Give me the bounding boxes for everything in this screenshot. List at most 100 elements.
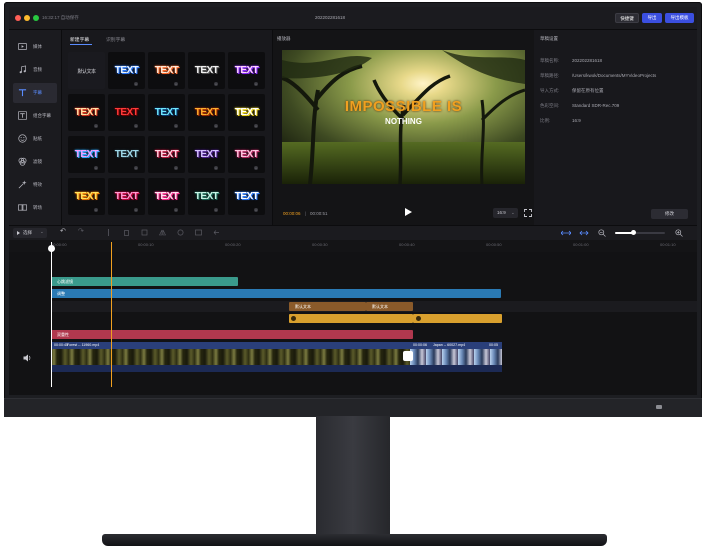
- crop-icon[interactable]: [141, 229, 148, 236]
- template-tile[interactable]: ↓ TEXT: [68, 136, 105, 173]
- template-tile[interactable]: ↓ TEXT: [188, 136, 225, 173]
- effect-clip-1[interactable]: [289, 314, 413, 323]
- zoom-out-icon[interactable]: [598, 229, 606, 237]
- download-icon[interactable]: ↓: [94, 124, 98, 128]
- playhead-line[interactable]: [51, 242, 52, 387]
- total-time: 00:00:51: [310, 211, 328, 216]
- download-icon[interactable]: ↓: [254, 124, 258, 128]
- template-tile[interactable]: ↓ TEXT: [108, 136, 145, 173]
- sidebar-item-text[interactable]: 字幕: [13, 83, 57, 103]
- aspect-ratio-select[interactable]: 16:9 ⌄: [493, 208, 518, 218]
- link-tracks-icon[interactable]: [561, 230, 571, 236]
- sticker-clip[interactable]: 双重性: [51, 330, 413, 339]
- edit-settings-button[interactable]: 修改: [651, 209, 688, 219]
- template-tile[interactable]: ↓ TEXT: [188, 94, 225, 131]
- effect-clip-2[interactable]: [413, 314, 502, 323]
- template-tile[interactable]: ↓ TEXT: [148, 178, 185, 215]
- select-tool-dropdown[interactable]: 选择 ⌄: [13, 228, 47, 238]
- text-clip-1[interactable]: 默认文本: [289, 302, 366, 311]
- template-tile[interactable]: ↓ TEXT: [228, 94, 265, 131]
- template-tile[interactable]: ↓ TEXT: [228, 178, 265, 215]
- template-tile[interactable]: ↓ TEXT: [108, 178, 145, 215]
- overlay-subtitle-text[interactable]: NOTHING: [282, 117, 525, 126]
- template-tile[interactable]: ↓ TEXT: [228, 52, 265, 89]
- undo-icon[interactable]: ↶: [60, 228, 66, 235]
- zoom-slider-thumb[interactable]: [631, 230, 636, 235]
- reverse-icon[interactable]: [213, 229, 220, 236]
- sidebar-item-effect[interactable]: 特效: [13, 175, 57, 195]
- video-preview[interactable]: IMPOSSIBLE IS NOTHING: [282, 50, 525, 184]
- download-icon[interactable]: ↓: [214, 166, 218, 170]
- fullscreen-icon[interactable]: [524, 209, 532, 217]
- template-preview-text: TEXT: [194, 191, 219, 202]
- minimize-window-button[interactable]: [24, 15, 30, 21]
- download-icon[interactable]: ↓: [174, 166, 178, 170]
- download-icon[interactable]: ↓: [254, 82, 258, 86]
- template-tile[interactable]: ↓ TEXT: [108, 94, 145, 131]
- setting-value: Standard SDR-Rec.709: [572, 103, 620, 108]
- download-icon[interactable]: ↓: [214, 82, 218, 86]
- monitor-stand-base: [102, 534, 607, 546]
- freeze-icon[interactable]: [195, 229, 202, 236]
- template-tile[interactable]: ↓ TEXT: [188, 52, 225, 89]
- template-tile[interactable]: ↓ TEXT: [228, 136, 265, 173]
- export-button[interactable]: 导出: [642, 13, 662, 23]
- download-icon[interactable]: ↓: [214, 208, 218, 212]
- download-icon[interactable]: ↓: [174, 208, 178, 212]
- setting-key: 色彩空间:: [540, 103, 560, 108]
- template-tile[interactable]: ↓ TEXT: [188, 178, 225, 215]
- template-tile[interactable]: ↓ TEXT: [148, 52, 185, 89]
- tab-recognize-subtitle[interactable]: 识别字幕: [106, 36, 125, 43]
- transition-icon[interactable]: [403, 351, 413, 361]
- download-icon[interactable]: ↓: [254, 208, 258, 212]
- template-tile[interactable]: ↓ TEXT: [68, 178, 105, 215]
- maximize-window-button[interactable]: [33, 15, 39, 21]
- mirror-icon[interactable]: [159, 229, 166, 236]
- download-icon[interactable]: ↓: [134, 82, 138, 86]
- effect-icon: [18, 180, 27, 189]
- download-icon[interactable]: ↓: [94, 166, 98, 170]
- zoom-slider[interactable]: [615, 230, 665, 235]
- template-tile[interactable]: ↓ TEXT: [108, 52, 145, 89]
- sidebar-item-combo-text[interactable]: 组合字幕: [13, 106, 57, 126]
- delete-icon[interactable]: [123, 229, 130, 236]
- shortcut-button[interactable]: 快捷键: [615, 13, 639, 23]
- adjust-clip[interactable]: 调整: [51, 289, 501, 298]
- template-tile[interactable]: ↓ TEXT: [148, 94, 185, 131]
- download-icon[interactable]: ↓: [174, 82, 178, 86]
- text-clip-2[interactable]: 默认文本: [366, 302, 413, 311]
- filter-clip[interactable]: 心跳滤镜: [51, 277, 238, 286]
- download-icon[interactable]: ↓: [214, 124, 218, 128]
- magnet-snap-icon[interactable]: [579, 230, 589, 236]
- play-icon[interactable]: [405, 208, 412, 216]
- video-filmstrip-2[interactable]: [410, 349, 502, 365]
- close-window-button[interactable]: [15, 15, 21, 21]
- playhead-marker[interactable]: [111, 242, 112, 387]
- download-icon[interactable]: ↓: [254, 166, 258, 170]
- tab-new-subtitle[interactable]: 新建字幕: [70, 36, 89, 43]
- speaker-icon[interactable]: [23, 354, 32, 362]
- template-tile[interactable]: ↓ TEXT: [148, 136, 185, 173]
- download-icon[interactable]: ↓: [134, 166, 138, 170]
- rotate-icon[interactable]: [177, 229, 184, 236]
- sidebar-item-filter[interactable]: 滤镜: [13, 152, 57, 172]
- export-template-button[interactable]: 导出模板: [665, 13, 694, 23]
- sidebar-item-media[interactable]: 媒体: [13, 37, 57, 57]
- download-icon[interactable]: ↓: [134, 208, 138, 212]
- sidebar-item-audio[interactable]: 音频: [13, 60, 57, 80]
- template-tile-default[interactable]: 默认文本: [68, 52, 105, 89]
- split-icon[interactable]: [105, 229, 112, 236]
- download-icon[interactable]: ↓: [94, 208, 98, 212]
- template-preview-text: TEXT: [154, 107, 179, 118]
- overlay-title-text[interactable]: IMPOSSIBLE IS: [282, 98, 525, 115]
- sidebar-item-label: 滤镜: [33, 159, 42, 164]
- download-icon[interactable]: ↓: [134, 124, 138, 128]
- template-tile[interactable]: ↓ TEXT: [68, 94, 105, 131]
- playhead-handle[interactable]: [48, 245, 55, 252]
- zoom-in-icon[interactable]: [675, 229, 683, 237]
- timeline-ruler[interactable]: 00:00:00 00:00:10 00:00:20 00:00:30 00:00:40…: [9, 240, 697, 252]
- download-icon[interactable]: ↓: [174, 124, 178, 128]
- sidebar-item-sticker[interactable]: 贴纸: [13, 129, 57, 149]
- sidebar-item-transition[interactable]: 转场: [13, 198, 57, 218]
- redo-icon[interactable]: ↷: [78, 228, 84, 235]
